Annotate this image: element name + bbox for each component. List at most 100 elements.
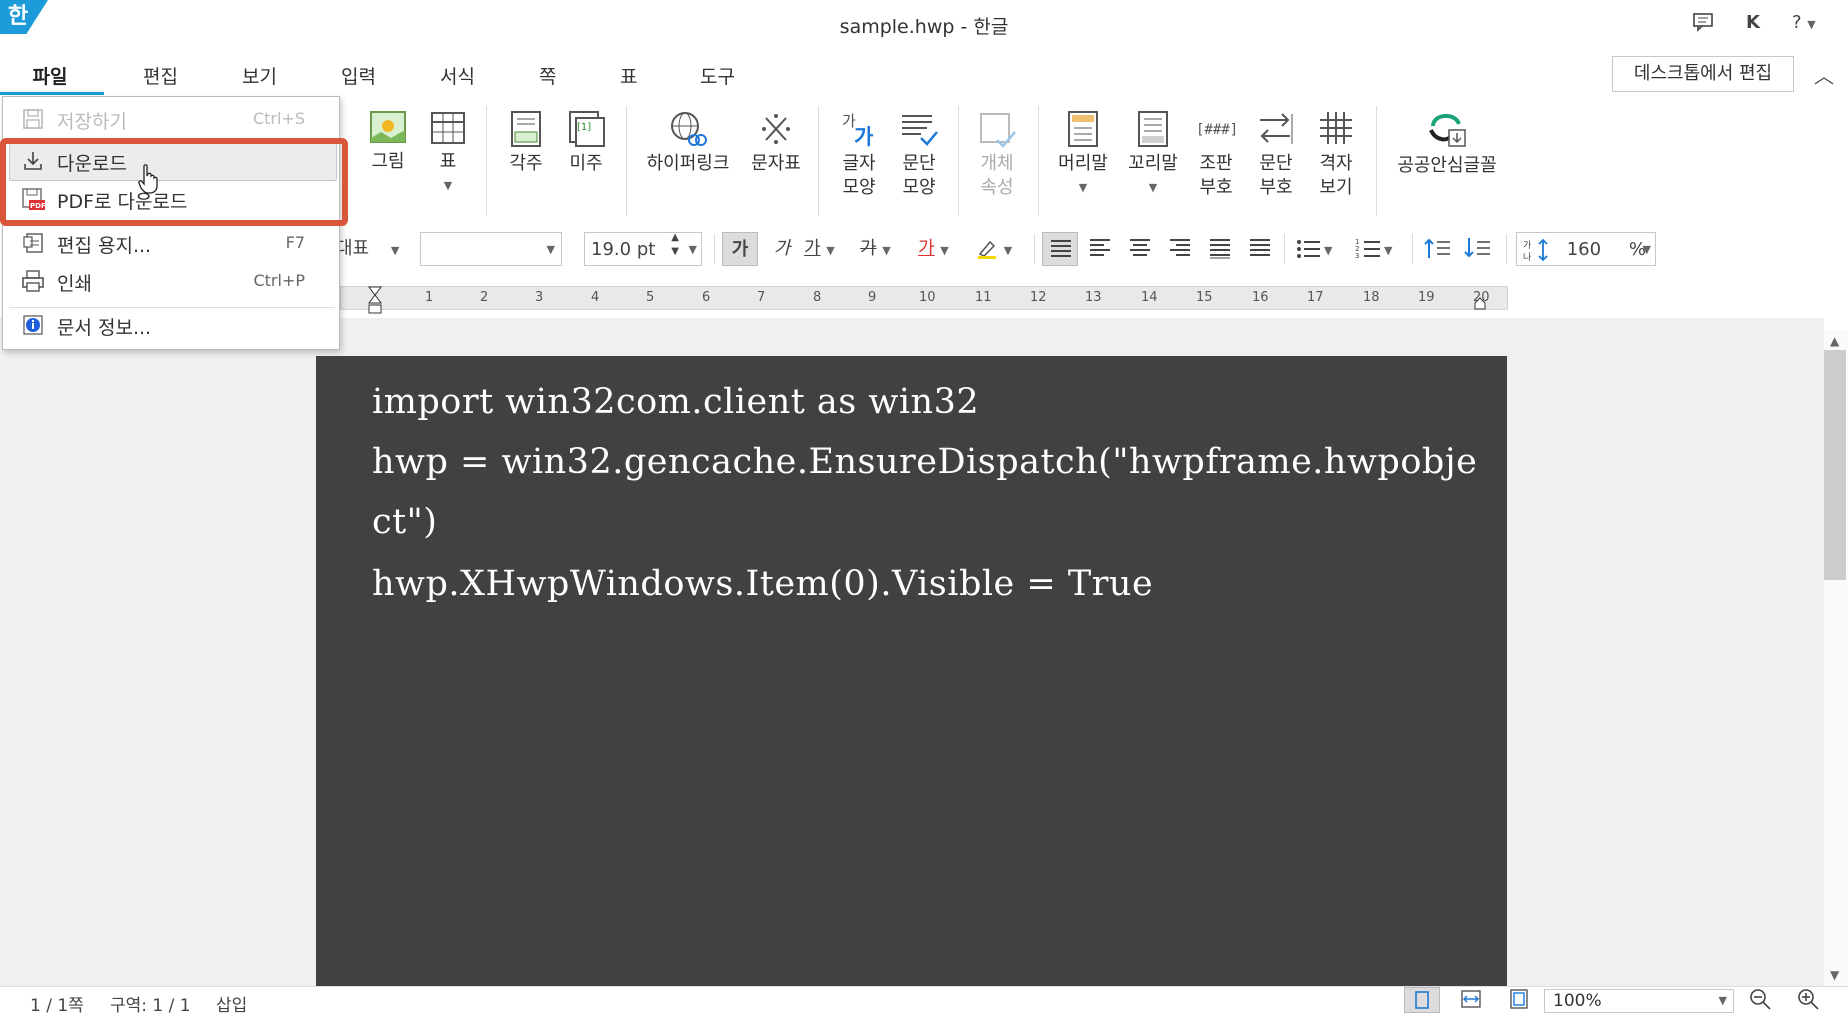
line-spacing-input[interactable]: 가나 160 % ▼ <box>1516 232 1656 266</box>
numbered-list-icon: 123 <box>1355 238 1380 260</box>
menu-item-save[interactable]: 저장하기 Ctrl+S <box>3 99 339 139</box>
user-account-button[interactable]: K <box>1746 12 1760 33</box>
tab-insert[interactable]: 입력 <box>341 62 376 89</box>
distribute-button[interactable] <box>1202 232 1238 266</box>
tab-edit[interactable]: 편집 <box>143 62 178 89</box>
para-shape-label-2: 모양 <box>902 177 936 198</box>
chevron-down-icon: ▼ <box>826 244 835 257</box>
bold-button[interactable]: 가 <box>722 232 758 266</box>
numbered-list-button[interactable]: 1 2 3 ▼ <box>1354 232 1404 266</box>
zoom-out-button[interactable] <box>1748 987 1774 1013</box>
tab-file[interactable]: 파일 <box>22 62 78 89</box>
code-line[interactable]: hwp = win32.gencache.EnsureDispatch("hwp… <box>372 442 1477 482</box>
para-mark-button[interactable]: 문단 부호 <box>1252 110 1300 200</box>
style-select[interactable]: 대표 ▼ <box>336 232 412 266</box>
line-spacing-value: 160 <box>1566 239 1602 260</box>
markup-icon: [###] <box>1196 122 1237 138</box>
underline-button[interactable]: 가 ▼ <box>804 232 850 266</box>
zoom-value: 100% <box>1553 991 1602 1011</box>
scroll-up-icon[interactable]: ▲ <box>1830 334 1839 348</box>
tab-tools[interactable]: 도구 <box>700 62 735 89</box>
save-icon <box>23 109 43 129</box>
menu-item-doc-info[interactable]: 문서 정보... <box>3 305 339 345</box>
toolbar-divider <box>1034 234 1035 264</box>
comment-icon[interactable] <box>1692 12 1714 37</box>
tab-page[interactable]: 쪽 <box>539 62 556 89</box>
scrollbar-thumb[interactable] <box>1824 350 1846 580</box>
vertical-scrollbar[interactable]: ▲ ▼ <box>1824 330 1848 986</box>
markup-button[interactable]: [###] 조판 부호 <box>1192 110 1240 200</box>
code-line[interactable]: ct") <box>372 502 437 542</box>
svg-text:3: 3 <box>1355 252 1359 260</box>
font-size-unit: pt <box>636 239 656 260</box>
desktop-edit-button[interactable]: 데스크톱에서 편집 <box>1612 56 1794 92</box>
toolbar-divider <box>1506 234 1507 264</box>
ribbon-divider <box>486 106 487 216</box>
picture-label: 그림 <box>371 151 405 172</box>
ruler-number: 5 <box>646 290 655 305</box>
footer-button[interactable]: 꼬리말 ▼ <box>1124 110 1182 200</box>
align-left-button[interactable] <box>1082 232 1118 266</box>
align-left-icon <box>1090 239 1110 256</box>
svg-text:나: 나 <box>1523 252 1531 263</box>
tab-format[interactable]: 서식 <box>440 62 475 89</box>
font-color-button[interactable]: 가 ▼ <box>918 232 964 266</box>
divide-button[interactable] <box>1242 232 1278 266</box>
zoom-select[interactable]: 100% ▼ <box>1544 989 1734 1013</box>
align-center-button[interactable] <box>1122 232 1158 266</box>
strikethrough-button[interactable]: 가 ▼ <box>860 232 906 266</box>
object-props-button[interactable]: 개체 속성 <box>972 110 1022 200</box>
footnote-button[interactable]: 각주 <box>502 110 550 176</box>
fit-page-button[interactable] <box>1502 987 1536 1013</box>
bullet-list-button[interactable]: ▼ <box>1294 232 1344 266</box>
fit-width-button[interactable] <box>1454 987 1488 1013</box>
chevron-down-icon: ▼ <box>390 244 400 257</box>
public-font-icon <box>1429 114 1466 147</box>
scroll-down-icon[interactable]: ▼ <box>1830 968 1839 982</box>
indent-button[interactable] <box>1462 232 1498 266</box>
menu-item-page-setup[interactable]: 편집 용지... F7 <box>3 223 339 263</box>
para-shape-button[interactable]: 문단 모양 <box>894 110 944 200</box>
hand-cursor-icon <box>138 164 158 194</box>
strike-label: 가 <box>860 238 877 259</box>
ruler-number: 2 <box>480 290 489 305</box>
outdent-button[interactable] <box>1422 232 1458 266</box>
align-justify-button[interactable] <box>1042 232 1078 266</box>
char-map-label: 문자표 <box>751 153 801 174</box>
zoom-in-button[interactable] <box>1796 987 1822 1013</box>
char-map-button[interactable]: 문자표 <box>748 110 804 176</box>
align-right-button[interactable] <box>1162 232 1198 266</box>
ruler-number: 10 <box>919 290 936 305</box>
help-button[interactable]: ? ▼ <box>1792 12 1816 33</box>
italic-button[interactable]: 가 <box>768 232 796 266</box>
public-font-button[interactable]: 공공안심글꼴 <box>1392 110 1502 178</box>
highlight-button[interactable]: ▼ <box>976 232 1022 266</box>
font-size-input[interactable]: 19.0 pt ▲ ▼ ▼ <box>584 232 702 266</box>
ruler-number: 7 <box>757 290 766 305</box>
menu-bar: 파일 편집 보기 입력 서식 쪽 표 도구 데스크톱에서 편집 ︿ <box>0 54 1848 96</box>
hyperlink-button[interactable]: 하이퍼링크 <box>640 110 736 176</box>
char-shape-button[interactable]: 가가 글자 모양 <box>834 110 884 200</box>
code-line[interactable]: hwp.XHwpWindows.Item(0).Visible = True <box>372 564 1153 604</box>
stepper-icon[interactable]: ▲ ▼ <box>671 231 679 259</box>
header-button[interactable]: 머리말 ▼ <box>1054 110 1112 200</box>
insert-picture-button[interactable]: 그림 <box>364 110 412 174</box>
menu-item-label: 편집 용지... <box>57 235 152 257</box>
font-name-select[interactable]: ▼ <box>420 232 562 266</box>
input-mode[interactable]: 삽입 <box>216 991 247 1013</box>
document-page[interactable]: import win32com.client as win32 hwp = wi… <box>316 356 1507 996</box>
document-area[interactable]: import win32com.client as win32 hwp = wi… <box>0 318 1824 996</box>
tab-table[interactable]: 표 <box>620 62 637 89</box>
collapse-ribbon-icon[interactable]: ︿ <box>1814 60 1834 89</box>
underline-label: 가 <box>804 238 821 259</box>
tab-view[interactable]: 보기 <box>242 62 277 89</box>
grid-icon <box>1320 112 1352 144</box>
insert-table-button[interactable]: 표 ▼ <box>424 110 472 198</box>
zoom-in-icon <box>1798 989 1819 1010</box>
grid-view-button[interactable]: 격자 보기 <box>1312 110 1360 200</box>
page-view-button[interactable] <box>1404 987 1440 1013</box>
horizontal-ruler[interactable]: 1 2 3 4 5 6 7 8 9 10 11 12 13 14 15 16 1… <box>340 286 1508 314</box>
menu-item-print[interactable]: 인쇄 Ctrl+P <box>3 261 339 301</box>
code-line[interactable]: import win32com.client as win32 <box>372 382 979 422</box>
endnote-button[interactable]: [1] 미주 <box>562 110 610 176</box>
